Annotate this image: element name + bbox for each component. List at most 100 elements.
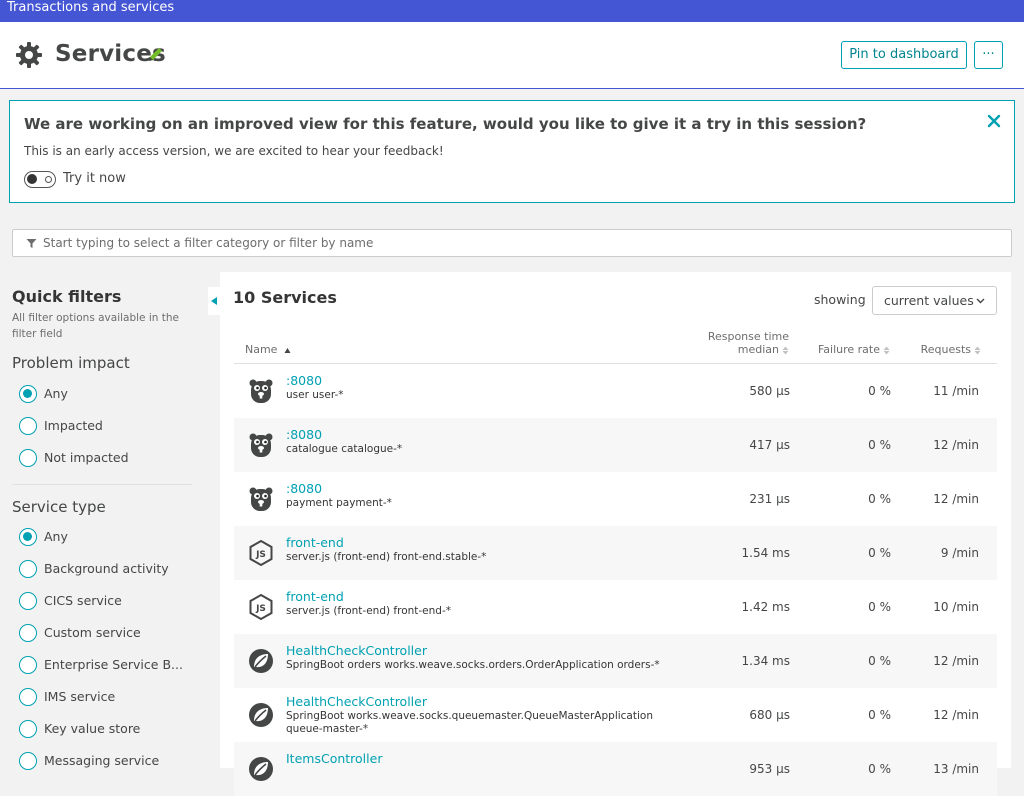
radio-circle [19, 449, 37, 467]
nodejs-icon: JS [249, 539, 273, 567]
radio-label: IMS service [44, 689, 116, 704]
table-row[interactable]: JS front-end server.js (front-end) front… [234, 580, 997, 634]
radio-label: Impacted [44, 418, 103, 433]
column-header-name[interactable]: Name [245, 343, 291, 356]
requests-value: 12 /min [933, 492, 979, 506]
column-header-label: median [737, 343, 779, 356]
service-name-link[interactable]: front-end [286, 535, 344, 550]
radio-label: Custom service [44, 625, 141, 640]
toggle-label: Try it now [63, 171, 126, 186]
spring-icon [249, 757, 273, 781]
values-select-label: current values [884, 293, 974, 308]
spring-icon [249, 703, 273, 727]
spring-icon [249, 649, 273, 673]
table-row[interactable]: HealthCheckController SpringBoot orders … [234, 634, 997, 688]
column-header-label: Response time [707, 330, 789, 343]
table-row[interactable]: ItemsController 953 µs 0 % 13 /min [234, 742, 997, 796]
quick-filters-title: Quick filters [12, 287, 122, 306]
requests-value: 12 /min [933, 438, 979, 452]
filter-bar[interactable] [12, 229, 1012, 257]
failure-rate-value: 0 % [868, 492, 891, 506]
go-gopher-icon [249, 379, 273, 403]
sort-icon [782, 346, 789, 354]
sort-icon [883, 346, 890, 354]
service-description: server.js (front-end) front-end.stable-* [286, 551, 487, 563]
requests-value: 11 /min [933, 384, 979, 398]
failure-rate-value: 0 % [868, 384, 891, 398]
requests-value: 13 /min [933, 762, 979, 776]
requests-value: 9 /min [940, 546, 979, 560]
requests-value: 10 /min [933, 600, 979, 614]
pencil-icon[interactable] [146, 46, 164, 64]
svg-text:JS: JS [255, 604, 266, 614]
radio-circle [19, 656, 37, 674]
response-time-value: 1.54 ms [741, 546, 790, 560]
service-description: server.js (front-end) front-end-* [286, 605, 452, 617]
gear-icon [16, 42, 42, 68]
column-header-label: Name [245, 343, 278, 356]
failure-rate-value: 0 % [868, 654, 891, 668]
banner-title: We are working on an improved view for t… [24, 115, 867, 133]
services-count-title: 10 Services [233, 288, 337, 307]
column-header-response-time[interactable]: Response time median [708, 330, 789, 356]
radio-circle [19, 385, 37, 403]
service-name-link[interactable]: ItemsController [286, 751, 382, 766]
radio-circle [19, 417, 37, 435]
early-access-banner: We are working on an improved view for t… [9, 100, 1015, 203]
toggle-off-indicator [45, 176, 52, 183]
radio-circle [19, 688, 37, 706]
radio-label: Enterprise Service B... [44, 657, 183, 672]
service-name-link[interactable]: HealthCheckController [286, 694, 427, 709]
failure-rate-value: 0 % [868, 762, 891, 776]
chevron-down-icon [976, 298, 985, 304]
services-table: :8080 user user-* 580 µs 0 % 11 /min :80… [234, 364, 997, 796]
radio-circle [19, 752, 37, 770]
showing-label: showing [814, 292, 866, 307]
sort-icon [974, 346, 981, 354]
breadcrumb-label: Transactions and services [7, 0, 175, 15]
requests-value: 12 /min [933, 708, 979, 722]
response-time-value: 231 µs [749, 492, 790, 506]
filter-input[interactable] [43, 230, 1003, 256]
caret-left-icon [211, 297, 217, 305]
table-row[interactable]: :8080 user user-* 580 µs 0 % 11 /min [234, 364, 997, 418]
column-header-label-line2: median [708, 343, 789, 356]
column-header-failure-rate[interactable]: Failure rate [818, 343, 890, 356]
pin-to-dashboard-button[interactable]: Pin to dashboard [841, 41, 967, 69]
service-description: SpringBoot works.weave.socks.queuemaster… [286, 710, 653, 735]
close-icon[interactable] [986, 113, 1002, 129]
column-header-label: Requests [920, 343, 971, 356]
more-options-button[interactable]: ··· [974, 41, 1003, 69]
response-time-value: 680 µs [749, 708, 790, 722]
table-row[interactable]: :8080 payment payment-* 231 µs 0 % 12 /m… [234, 472, 997, 526]
svg-text:JS: JS [255, 550, 266, 560]
service-type-heading: Service type [12, 498, 106, 516]
radio-label: Any [44, 529, 68, 544]
table-row[interactable]: JS front-end server.js (front-end) front… [234, 526, 997, 580]
radio-circle [19, 528, 37, 546]
quick-filters-subtitle: All filter options available in the filt… [12, 312, 180, 340]
service-name-link[interactable]: HealthCheckController [286, 643, 427, 658]
table-row[interactable]: :8080 catalogue catalogue-* 417 µs 0 % 1… [234, 418, 997, 472]
service-name-link[interactable]: :8080 [286, 427, 322, 442]
service-name-link[interactable]: :8080 [286, 373, 322, 388]
radio-label: Key value store [44, 721, 141, 736]
try-it-now-toggle[interactable] [24, 171, 56, 188]
table-row[interactable]: HealthCheckController SpringBoot works.w… [234, 688, 997, 742]
collapse-filters-button[interactable] [208, 287, 220, 315]
nodejs-icon: JS [249, 593, 273, 621]
service-name-link[interactable]: :8080 [286, 481, 322, 496]
services-panel: 10 Services showing current values Name … [220, 272, 1011, 796]
service-description: user user-* [286, 389, 344, 401]
divider [12, 484, 192, 485]
service-description: payment payment-* [286, 497, 392, 509]
problem-impact-heading: Problem impact [12, 354, 130, 372]
response-time-value: 1.42 ms [741, 600, 790, 614]
values-select[interactable]: current values [872, 286, 997, 315]
breadcrumb[interactable]: Transactions and services [0, 0, 1024, 22]
service-name-link[interactable]: front-end [286, 589, 344, 604]
radio-circle [19, 624, 37, 642]
column-header-label: Failure rate [817, 343, 880, 356]
column-header-requests[interactable]: Requests [921, 343, 981, 356]
radio-label: Background activity [44, 561, 169, 576]
